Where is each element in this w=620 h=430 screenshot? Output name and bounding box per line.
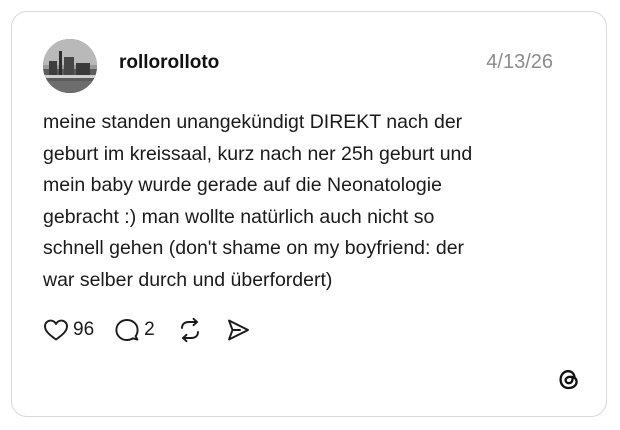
heart-icon	[44, 319, 68, 341]
like-count: 96	[73, 319, 95, 340]
post-date: 4/13/26	[486, 51, 553, 73]
avatar-photo	[43, 39, 97, 93]
post-card: rollorolloto 4/13/26 meine standen unang…	[11, 11, 607, 417]
share-button[interactable]	[225, 317, 251, 343]
post-text-line: war selber durch und überfordert)	[43, 268, 333, 291]
threads-logo-icon	[556, 366, 582, 392]
reply-button[interactable]: 2	[114, 317, 155, 343]
post-actions: 96 2	[43, 315, 251, 345]
reply-count: 2	[144, 319, 155, 340]
post-text-line: mein baby wurde gerade auf die Neonatolo…	[43, 174, 442, 196]
post-text-line: schnell gehen (don't shame on my boyfrie…	[43, 237, 465, 259]
avatar[interactable]	[43, 39, 97, 93]
like-button[interactable]: 96	[43, 318, 94, 342]
post-text: meine standen unangekündigt DIREKT nach …	[43, 107, 543, 296]
repost-button[interactable]	[177, 317, 203, 343]
username[interactable]: rollorolloto	[119, 52, 219, 74]
repost-icon	[180, 317, 199, 343]
post-text-line: gebracht :) man wollte natürlich auch ni…	[43, 205, 435, 228]
post-text-line: meine standen unangekündigt DIREKT nach …	[43, 111, 463, 133]
send-icon	[227, 319, 249, 341]
post-text-line: geburt im kreissaal, kurz nach ner 25h g…	[43, 142, 473, 165]
comment-bubble-icon	[115, 319, 139, 341]
